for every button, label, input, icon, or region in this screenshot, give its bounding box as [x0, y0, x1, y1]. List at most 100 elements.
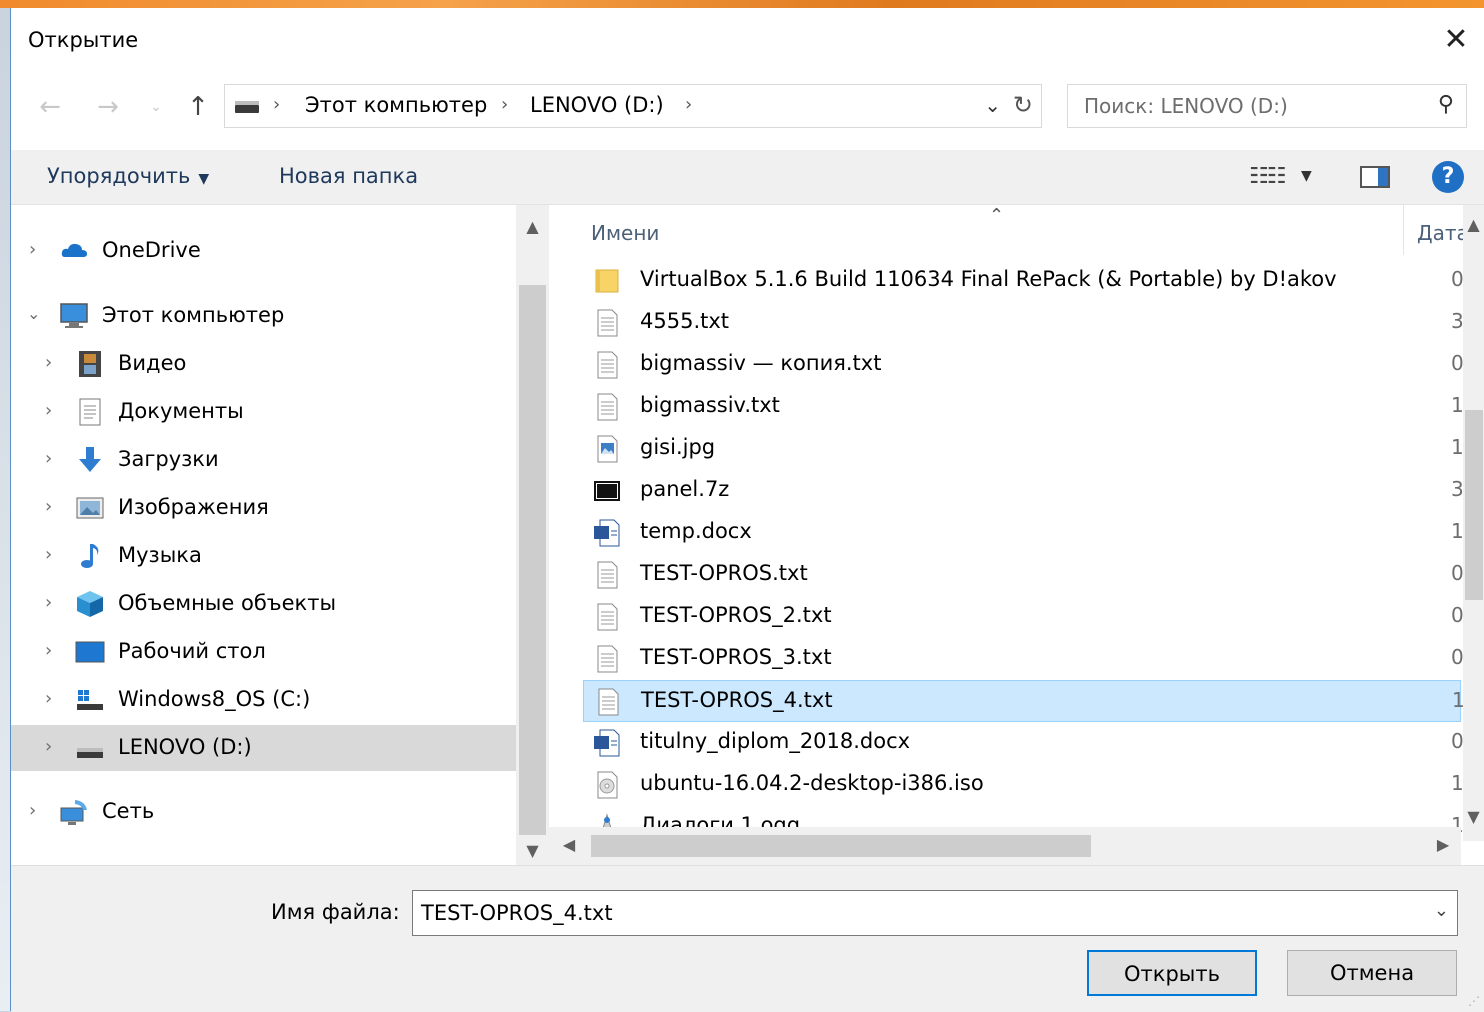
file-row[interactable]: VirtualBox 5.1.6 Build 110634 Final RePa…: [583, 260, 1484, 302]
file-name[interactable]: TEST-OPROS.txt: [640, 561, 808, 585]
close-icon[interactable]: ✕: [1438, 22, 1474, 58]
file-name[interactable]: temp.docx: [640, 519, 752, 543]
scroll-up-arrow-icon[interactable]: ▲: [1457, 215, 1484, 234]
filename-dropdown-icon[interactable]: ⌄: [1434, 900, 1449, 921]
nav-item-music[interactable]: › Музыка: [11, 533, 516, 579]
expand-chevron-icon[interactable]: ›: [45, 736, 52, 757]
file-row[interactable]: TEST-OPROS_3.txt06.0: [583, 638, 1484, 680]
nav-label: Документы: [118, 399, 244, 423]
nav-item-downloads[interactable]: › Загрузки: [11, 437, 516, 483]
nav-item-this-pc[interactable]: ⌄ Этот компьютер: [11, 293, 516, 339]
file-row[interactable]: bigmassiv — копия.txt02.0: [583, 344, 1484, 386]
file-name[interactable]: gisi.jpg: [640, 435, 715, 459]
file-list-scrollbar[interactable]: ▲ ▼: [1463, 205, 1484, 841]
recent-locations-chevron-icon[interactable]: ⌄: [139, 90, 173, 124]
scroll-right-arrow-icon[interactable]: ▶: [1433, 835, 1453, 854]
file-name[interactable]: panel.7z: [640, 477, 729, 501]
file-row[interactable]: gisi.jpg17.0: [583, 428, 1484, 470]
file-row[interactable]: panel.7z31.0: [583, 470, 1484, 512]
forward-arrow-icon[interactable]: →: [91, 90, 125, 124]
up-arrow-icon[interactable]: ↑: [181, 90, 215, 124]
file-row[interactable]: TEST-OPROS_4.txt17.0: [583, 680, 1484, 722]
nav-item-onedrive[interactable]: › OneDrive: [11, 228, 516, 274]
view-details-icon[interactable]: ☷☷: [1249, 164, 1286, 189]
refresh-icon[interactable]: ↻: [1013, 91, 1033, 119]
column-header-name[interactable]: Имени: [591, 221, 659, 245]
nav-item-video[interactable]: › Видео: [11, 341, 516, 387]
file-row[interactable]: 4555.txt30.0: [583, 302, 1484, 344]
search-input[interactable]: Поиск: LENOVO (D:) ⚲: [1067, 84, 1467, 128]
breadcrumb-chevron-icon[interactable]: ›: [501, 94, 508, 115]
nav-item-documents[interactable]: › Документы: [11, 389, 516, 435]
help-icon[interactable]: ?: [1432, 161, 1464, 193]
expand-chevron-icon[interactable]: ›: [29, 800, 36, 821]
open-button[interactable]: Открыть: [1087, 950, 1257, 996]
file-name[interactable]: bigmassiv — копия.txt: [640, 351, 881, 375]
folder-icon: [593, 267, 621, 295]
file-row[interactable]: TEST-OPROS_2.txt05.0: [583, 596, 1484, 638]
navigation-scrollbar[interactable]: ▲ ▼: [516, 205, 549, 865]
expand-chevron-icon[interactable]: ›: [45, 496, 52, 517]
new-folder-button[interactable]: Новая папка: [279, 164, 418, 188]
expand-chevron-icon[interactable]: ›: [29, 239, 36, 260]
scroll-down-arrow-icon[interactable]: ▼: [516, 841, 549, 860]
expand-chevron-icon[interactable]: ›: [45, 640, 52, 661]
file-name[interactable]: bigmassiv.txt: [640, 393, 780, 417]
word-doc-icon: [593, 729, 621, 757]
nav-item-lenovo-d[interactable]: › LENOVO (D:): [11, 725, 516, 771]
back-arrow-icon[interactable]: ←: [33, 90, 67, 124]
scrollbar-thumb[interactable]: [519, 285, 546, 835]
file-name[interactable]: ubuntu-16.04.2-desktop-i386.iso: [640, 771, 984, 795]
title-bar: Открытие ✕: [11, 8, 1484, 74]
expand-chevron-icon[interactable]: ›: [45, 592, 52, 613]
resize-grip-icon[interactable]: ⋰: [1468, 994, 1480, 1008]
scrollbar-thumb[interactable]: [591, 835, 1091, 857]
expand-chevron-icon[interactable]: ›: [45, 544, 52, 565]
drive-icon: [77, 748, 103, 758]
file-name[interactable]: TEST-OPROS_2.txt: [640, 603, 832, 627]
search-icon[interactable]: ⚲: [1438, 92, 1454, 117]
breadcrumb-chevron-icon[interactable]: ›: [273, 94, 280, 115]
expand-chevron-icon[interactable]: ›: [45, 448, 52, 469]
file-name[interactable]: VirtualBox 5.1.6 Build 110634 Final RePa…: [640, 267, 1337, 291]
file-name[interactable]: TEST-OPROS_4.txt: [641, 688, 833, 712]
preview-pane-icon[interactable]: [1360, 166, 1390, 188]
filename-input[interactable]: TEST-OPROS_4.txt ⌄: [412, 890, 1458, 936]
horizontal-scrollbar[interactable]: ◀ ▶: [549, 827, 1461, 865]
scroll-down-arrow-icon[interactable]: ▼: [1457, 807, 1484, 826]
expand-chevron-icon[interactable]: ›: [45, 688, 52, 709]
column-divider[interactable]: [1403, 205, 1404, 255]
download-icon: [79, 447, 101, 472]
organize-button[interactable]: Упорядочить ▼: [47, 164, 209, 188]
expand-chevron-icon[interactable]: ›: [45, 400, 52, 421]
breadcrumb-this-pc[interactable]: Этот компьютер: [305, 93, 487, 117]
file-row[interactable]: bigmassiv.txt17.0: [583, 386, 1484, 428]
nav-item-windows8-os-c[interactable]: › Windows8_OS (C:): [11, 677, 516, 723]
address-history-dropdown-icon[interactable]: ⌄: [984, 93, 1001, 117]
scroll-left-arrow-icon[interactable]: ◀: [559, 835, 579, 854]
nav-label: Объемные объекты: [118, 591, 337, 615]
nav-item-3d-objects[interactable]: › Объемные объекты: [11, 581, 516, 627]
nav-item-network[interactable]: › Сеть: [11, 789, 516, 835]
nav-item-pictures[interactable]: › Изображения: [11, 485, 516, 531]
cancel-button[interactable]: Отмена: [1287, 950, 1457, 996]
file-row[interactable]: TEST-OPROS.txt03.0: [583, 554, 1484, 596]
view-options-caret-icon[interactable]: ▼: [1301, 168, 1312, 184]
scrollbar-thumb[interactable]: [1465, 410, 1483, 600]
system-drive-icon: [77, 690, 103, 710]
file-row[interactable]: titulny_diplom_2018.docx04.0: [583, 722, 1484, 764]
breadcrumb-chevron-icon[interactable]: ›: [685, 94, 692, 115]
address-bar[interactable]: › Этот компьютер › LENOVO (D:) › ⌄ ↻: [224, 84, 1042, 128]
filename-value[interactable]: TEST-OPROS_4.txt: [421, 901, 613, 925]
scroll-up-arrow-icon[interactable]: ▲: [516, 217, 549, 236]
open-file-dialog: Открытие ✕ ← → ⌄ ↑ › Этот компьютер › LE…: [10, 8, 1484, 1012]
breadcrumb-lenovo-d[interactable]: LENOVO (D:): [530, 93, 664, 117]
expand-chevron-icon[interactable]: ›: [45, 352, 52, 373]
collapse-chevron-icon[interactable]: ⌄: [27, 304, 40, 323]
file-row[interactable]: temp.docx13.0: [583, 512, 1484, 554]
file-row[interactable]: ubuntu-16.04.2-desktop-i386.iso10.0: [583, 764, 1484, 806]
nav-item-desktop[interactable]: › Рабочий стол: [11, 629, 516, 675]
file-name[interactable]: titulny_diplom_2018.docx: [640, 729, 910, 753]
file-name[interactable]: TEST-OPROS_3.txt: [640, 645, 832, 669]
file-name[interactable]: 4555.txt: [640, 309, 729, 333]
